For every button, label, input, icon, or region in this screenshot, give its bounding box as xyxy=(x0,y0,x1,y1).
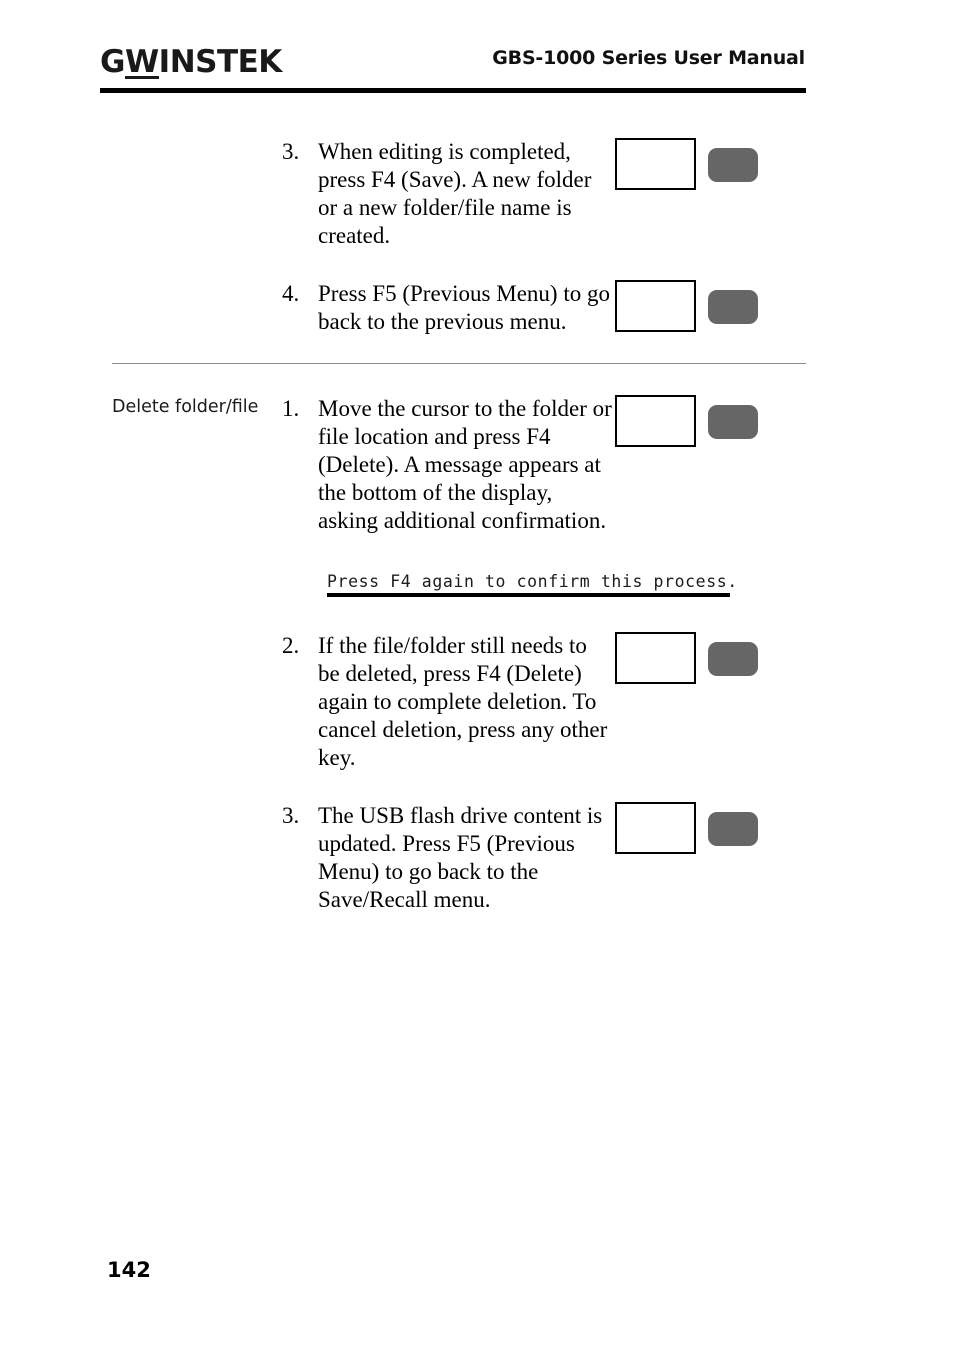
step-text: When editing is completed, press F4 (Sav… xyxy=(318,139,592,248)
step-number: 1. xyxy=(282,396,300,421)
key-graphic xyxy=(615,796,775,856)
section-side-label: Delete folder/file xyxy=(112,397,259,417)
lcd-key-label-box xyxy=(615,280,696,332)
step-item: 1. Move the cursor to the folder or file… xyxy=(282,395,612,535)
step-item: 3. The USB flash drive content is update… xyxy=(282,802,612,914)
page-header: GWINSTEK GBS-1000 Series User Manual xyxy=(100,44,805,94)
key-graphic xyxy=(615,274,775,334)
key-graphic xyxy=(615,389,775,449)
lcd-confirmation-message: Press F4 again to confirm this process. xyxy=(327,571,738,597)
lcd-key-label-box xyxy=(615,802,696,854)
step-text: The USB flash drive content is updated. … xyxy=(318,803,603,912)
function-key-button[interactable] xyxy=(708,812,758,846)
step-item: 3. When editing is completed, press F4 (… xyxy=(282,138,612,250)
lcd-key-label-box xyxy=(615,632,696,684)
logo-letter-g: G xyxy=(100,44,125,80)
function-key-button[interactable] xyxy=(708,405,758,439)
page-number: 142 xyxy=(107,1258,151,1282)
function-key-button[interactable] xyxy=(708,148,758,182)
step-text: Press F5 (Previous Menu) to go back to t… xyxy=(318,281,610,334)
function-key-button[interactable] xyxy=(708,290,758,324)
lcd-message-text: Press F4 again to confirm this process. xyxy=(327,572,738,591)
step-number: 2. xyxy=(282,633,300,658)
step-number: 4. xyxy=(282,281,300,306)
function-key-button[interactable] xyxy=(708,642,758,676)
logo-letter-w: W xyxy=(124,44,159,80)
step-item: 4. Press F5 (Previous Menu) to go back t… xyxy=(282,280,612,336)
logo-wordmark: INSTEK xyxy=(158,44,283,80)
section-divider xyxy=(112,363,806,364)
lcd-key-label-box xyxy=(615,138,696,190)
lcd-key-label-box xyxy=(615,395,696,447)
step-text: Move the cursor to the folder or file lo… xyxy=(318,396,612,533)
step-number: 3. xyxy=(282,139,300,164)
step-text: If the file/folder still needs to be del… xyxy=(318,633,608,770)
key-graphic xyxy=(615,132,775,192)
header-rule xyxy=(100,88,806,93)
step-number: 3. xyxy=(282,803,300,828)
manual-page: GWINSTEK GBS-1000 Series User Manual 3. … xyxy=(0,0,954,1350)
gw-instek-logo: GWINSTEK xyxy=(100,44,282,80)
lcd-message-underline xyxy=(327,593,730,597)
header-title: GBS-1000 Series User Manual xyxy=(492,47,805,69)
key-graphic xyxy=(615,626,775,686)
step-item: 2. If the file/folder still needs to be … xyxy=(282,632,612,772)
